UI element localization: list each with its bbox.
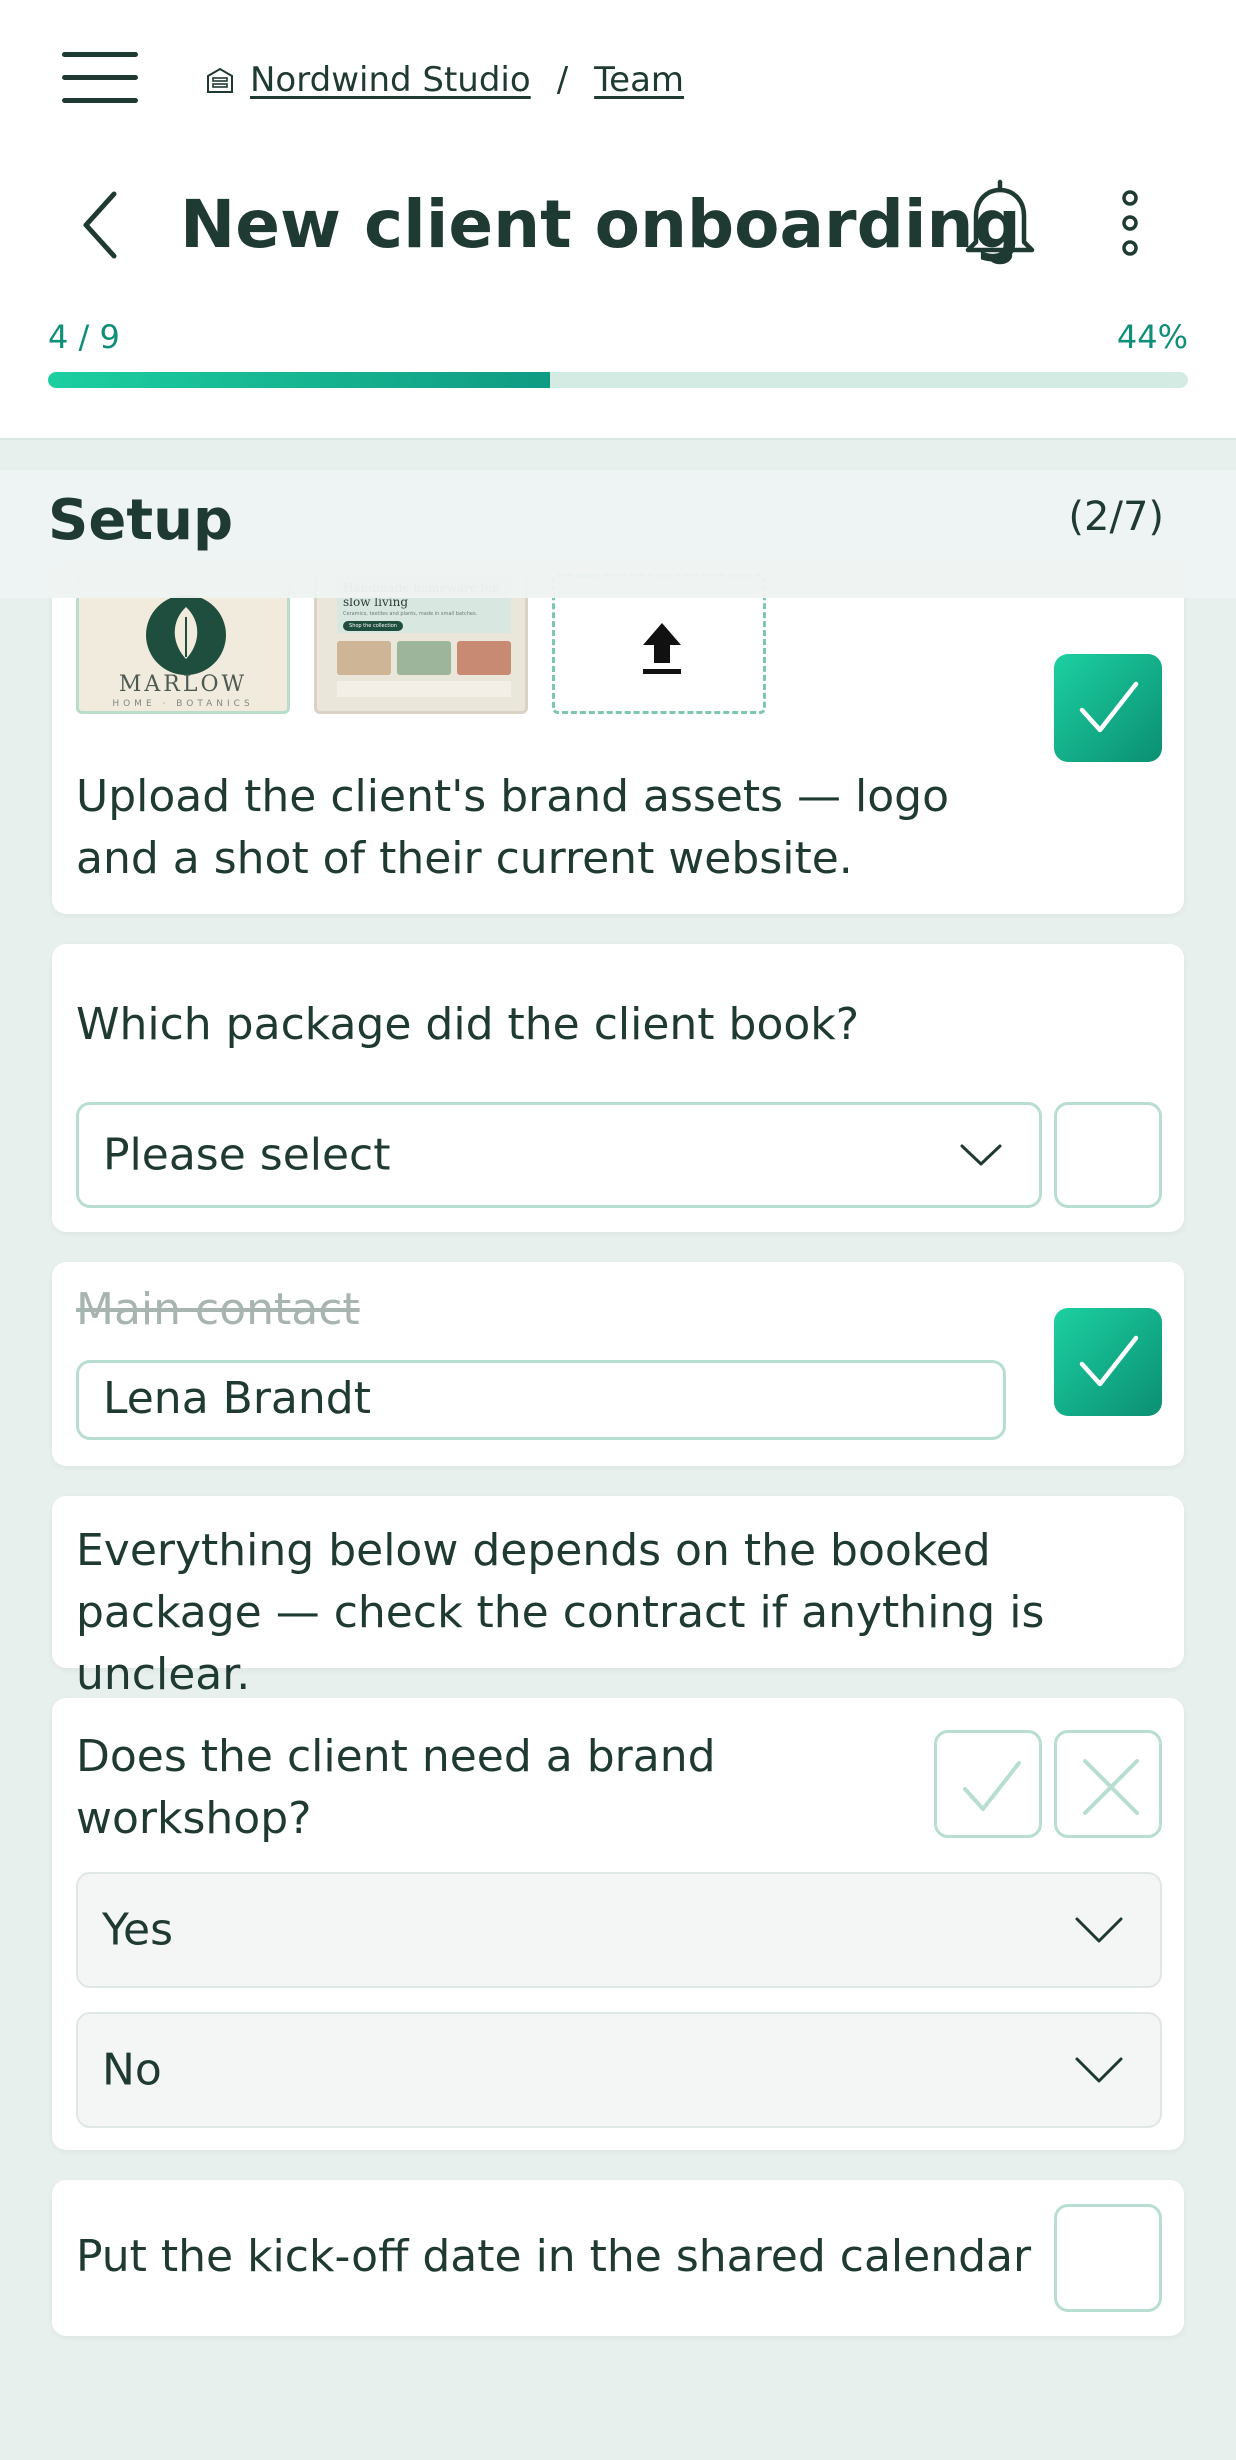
product-image xyxy=(457,641,511,675)
contact-name-input[interactable]: Lena Brandt xyxy=(76,1360,1006,1440)
workshop-no-select[interactable]: No xyxy=(76,2012,1162,2128)
building-icon xyxy=(207,67,233,93)
breadcrumb-org-link[interactable]: Nordwind Studio xyxy=(250,60,531,100)
checkmark-icon xyxy=(1079,1335,1139,1387)
bell-icon[interactable] xyxy=(960,176,1040,268)
contact-checkbox[interactable] xyxy=(1054,1308,1162,1416)
kickoff-task-text: Put the kick-off date in the shared cale… xyxy=(76,2231,1032,2282)
progress-percent: 44% xyxy=(1116,318,1188,356)
section-count: (2/7) xyxy=(1068,494,1164,540)
info-note-text: Everything below depends on the booked p… xyxy=(76,1525,1045,1700)
workshop-yes-button[interactable] xyxy=(934,1730,1042,1838)
breadcrumb-team-link[interactable]: Team xyxy=(594,60,684,100)
progress-step-count: 4 / 9 xyxy=(48,318,120,356)
more-options-icon[interactable] xyxy=(1110,190,1150,256)
progress-bar-fill xyxy=(48,372,550,388)
progress-bar xyxy=(48,372,1188,388)
workshop-no-select-value: No xyxy=(102,2044,162,2096)
package-checkbox[interactable] xyxy=(1054,1102,1162,1208)
workshop-card: Does the client need a brand workshop? Y… xyxy=(52,1698,1184,2150)
info-note-card: Everything below depends on the booked p… xyxy=(52,1496,1184,1700)
logo-tagline: HOME · BOTANICS xyxy=(112,699,254,709)
chevron-down-icon xyxy=(1075,1917,1123,1943)
chevron-down-icon xyxy=(960,1144,1002,1166)
workshop-yes-select-value: Yes xyxy=(102,1904,174,1956)
brand-assets-checkbox[interactable] xyxy=(1054,654,1162,762)
breadcrumb: Nordwind Studio / Team xyxy=(204,58,684,102)
package-select[interactable]: Please select xyxy=(76,1102,1042,1208)
menu-icon[interactable] xyxy=(62,52,140,104)
workshop-question: Does the client need a brand workshop? xyxy=(76,1731,716,1844)
website-subtext: Ceramics, textiles and plants, made in s… xyxy=(343,611,478,617)
kickoff-card: Put the kick-off date in the shared cale… xyxy=(52,2180,1184,2336)
product-caption-row xyxy=(337,681,511,697)
contact-card: Main contact Lena Brandt xyxy=(52,1262,1184,1466)
checkmark-icon xyxy=(963,1761,1021,1811)
chevron-down-icon xyxy=(1075,2057,1123,2083)
checkmark-icon xyxy=(1079,681,1139,733)
contact-label: Main contact xyxy=(76,1284,360,1335)
page-title: New client onboarding xyxy=(180,186,1021,263)
close-icon xyxy=(1083,1759,1139,1815)
workshop-no-button[interactable] xyxy=(1054,1730,1162,1838)
package-question: Which package did the client book? xyxy=(76,999,860,1050)
logo-brand-name: MARLOW xyxy=(118,672,248,697)
kickoff-checkbox[interactable] xyxy=(1054,2204,1162,2312)
workshop-yes-select[interactable]: Yes xyxy=(76,1872,1162,1988)
back-arrow-icon[interactable] xyxy=(72,180,132,270)
section-title: Setup xyxy=(48,488,234,553)
product-image xyxy=(337,641,391,675)
breadcrumb-separator: / xyxy=(556,60,569,100)
product-image xyxy=(397,641,451,675)
package-select-value: Please select xyxy=(103,1129,391,1181)
website-cta: Shop the collection xyxy=(343,621,403,631)
brand-assets-instruction: Upload the client's brand assets — logo … xyxy=(76,771,950,884)
package-card: Which package did the client book? Pleas… xyxy=(52,944,1184,1232)
brand-assets-card: MARLOW HOME · BOTANICS Handmade homeware… xyxy=(52,560,1184,914)
app-header: Nordwind Studio / Team New client onboar… xyxy=(0,0,1236,440)
section-header: Setup (2/7) xyxy=(0,470,1236,598)
